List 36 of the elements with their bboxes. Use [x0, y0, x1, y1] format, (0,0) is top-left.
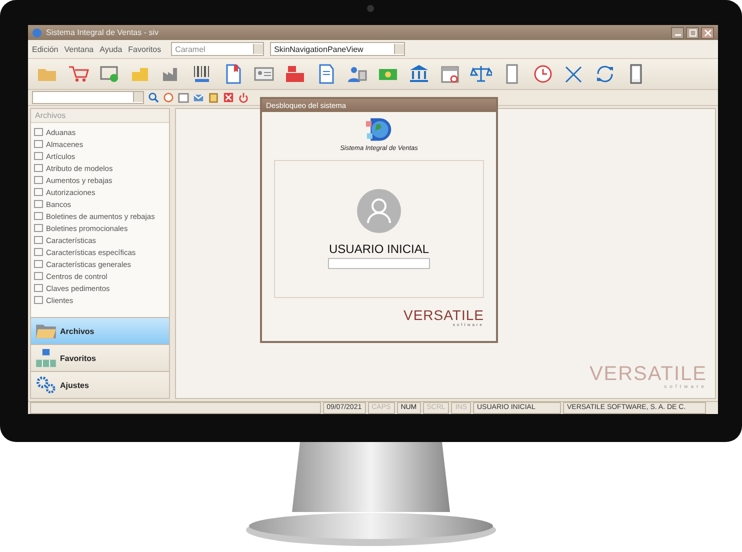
- maximize-icon: [688, 28, 696, 36]
- globe-icon: [32, 28, 42, 38]
- maximize-button[interactable]: [686, 26, 699, 38]
- menu-item[interactable]: Ayuda: [100, 44, 122, 54]
- search-field[interactable]: [32, 91, 144, 104]
- skin-dropdown[interactable]: Caramel: [171, 42, 264, 56]
- view-dropdown[interactable]: SkinNavigationPaneView: [270, 42, 406, 56]
- pane-header: Archivos: [31, 109, 169, 123]
- password-field[interactable]: [328, 258, 430, 269]
- clipboard-icon[interactable]: [208, 92, 219, 103]
- hierarchy-icon: [35, 349, 57, 367]
- minimize-button[interactable]: [671, 26, 684, 38]
- close-icon[interactable]: [223, 92, 234, 103]
- camera-icon: [367, 5, 374, 12]
- window-title: Sistema Integral de Ventas - siv: [46, 28, 160, 37]
- scale-icon[interactable]: [470, 63, 492, 85]
- menu-item[interactable]: Ventana: [64, 44, 94, 54]
- avatar-icon: [357, 189, 401, 233]
- menu-item[interactable]: Edición: [32, 44, 58, 54]
- nav-group-button[interactable]: Archivos: [31, 317, 169, 344]
- brand-logo: VERSATILE: [589, 364, 707, 384]
- globe-logo-icon: [365, 117, 393, 142]
- settings-icon: [35, 376, 57, 394]
- close-button[interactable]: [701, 26, 714, 38]
- nav-group-button[interactable]: Favoritos: [31, 344, 169, 371]
- folder-icon: [35, 322, 57, 340]
- nav-group-button[interactable]: Ajustes: [31, 371, 169, 398]
- power-icon[interactable]: [238, 92, 249, 103]
- refresh-icon[interactable]: [594, 63, 616, 85]
- search-icon[interactable]: [148, 92, 159, 103]
- brand-logo: VERSATILE: [404, 308, 484, 322]
- user-name: USUARIO INICIAL: [328, 242, 430, 256]
- bank-icon[interactable]: [408, 63, 430, 85]
- close-icon: [704, 28, 712, 36]
- menu-item[interactable]: Favoritos: [128, 44, 162, 54]
- envelope-icon[interactable]: [193, 92, 204, 103]
